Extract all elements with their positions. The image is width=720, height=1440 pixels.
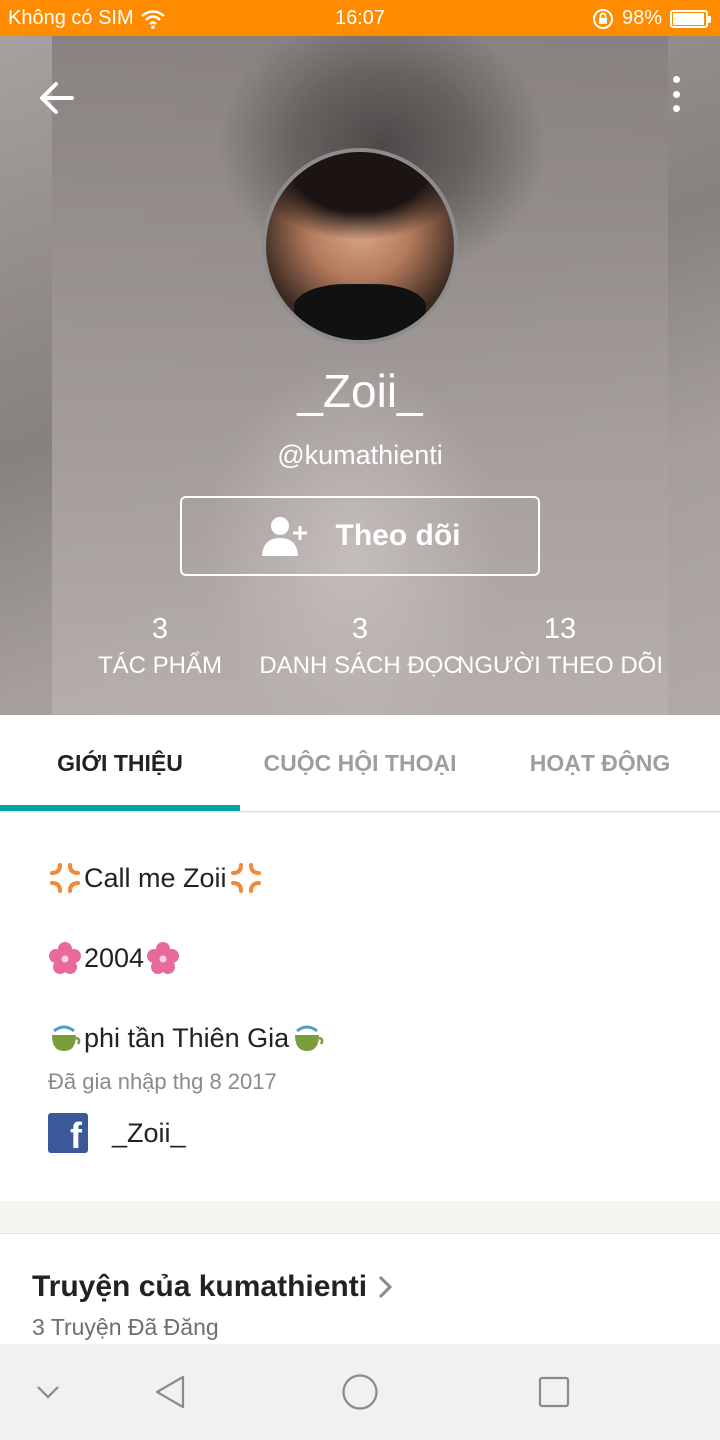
nav-recents-button[interactable] bbox=[524, 1344, 584, 1440]
stat-label: DANH SÁCH ĐỌC bbox=[259, 652, 461, 679]
username: @kumathienti bbox=[277, 440, 443, 470]
nav-back-button[interactable] bbox=[140, 1344, 200, 1440]
about-section: Call me Zoii 2004 phi tần Thiên Gia Đã g… bbox=[0, 813, 720, 1201]
nav-home-button[interactable] bbox=[330, 1344, 390, 1440]
stat-followers[interactable]: 13 NGƯỜI THEO DÕI bbox=[450, 612, 670, 680]
bio-line: 2004 bbox=[48, 941, 180, 975]
status-right: 98% bbox=[592, 7, 711, 30]
bio-text: Call me Zoii bbox=[84, 862, 227, 893]
rotation-lock-icon bbox=[592, 8, 613, 29]
arrow-left-icon bbox=[40, 82, 74, 114]
stories-count: 3 Truyện Đã Đăng bbox=[32, 1314, 219, 1340]
facebook-icon: f bbox=[48, 1113, 88, 1153]
stories-title[interactable]: Truyện của kumathienti bbox=[32, 1270, 393, 1304]
home-circle-icon bbox=[342, 1374, 378, 1410]
chevron-right-icon bbox=[379, 1275, 393, 1299]
anger-symbol-icon bbox=[50, 863, 80, 893]
battery-icon bbox=[670, 9, 711, 28]
recents-square-icon bbox=[538, 1376, 570, 1408]
facebook-name: _Zoii_ bbox=[112, 1117, 186, 1148]
bio-text: phi tần Thiên Gia bbox=[84, 1022, 290, 1053]
stat-value: 3 bbox=[151, 613, 169, 645]
follow-button[interactable]: Theo dõi bbox=[180, 496, 540, 576]
active-tab-indicator bbox=[0, 805, 240, 811]
stat-label: TÁC PHẨM bbox=[97, 652, 222, 679]
back-triangle-icon bbox=[155, 1375, 185, 1409]
display-name: _Zoii_ bbox=[297, 365, 423, 417]
bio-line: phi tần Thiên Gia bbox=[48, 1021, 325, 1055]
stat-reading-lists[interactable]: 3 DANH SÁCH ĐỌC bbox=[250, 612, 470, 680]
stat-label: NGƯỜI THEO DÕI bbox=[457, 652, 663, 679]
add-user-icon bbox=[261, 517, 307, 556]
more-options-button[interactable] bbox=[668, 74, 684, 114]
stories-title-text: Truyện của kumathienti bbox=[32, 1270, 368, 1303]
section-divider bbox=[0, 1201, 720, 1234]
back-button[interactable] bbox=[36, 76, 80, 120]
stories-section[interactable]: Truyện của kumathienti 3 Truyện Đã Đăng bbox=[0, 1234, 720, 1344]
stat-works[interactable]: 3 TÁC PHẨM bbox=[50, 612, 270, 680]
battery-percent: 98% bbox=[621, 7, 662, 29]
stat-value: 13 bbox=[543, 613, 577, 645]
joined-date: Đã gia nhập thg 8 2017 bbox=[48, 1069, 277, 1094]
tab-conversations[interactable]: CUỘC HỘI THOẠI bbox=[240, 715, 480, 811]
avatar[interactable] bbox=[262, 148, 458, 344]
stat-value: 3 bbox=[351, 613, 369, 645]
cherry-blossom-icon bbox=[147, 942, 180, 974]
cherry-blossom-icon bbox=[49, 942, 81, 974]
nav-hide-button[interactable] bbox=[20, 1344, 76, 1440]
teacup-icon bbox=[52, 1025, 81, 1051]
profile-header: _Zoii_ @kumathienti Theo dõi 3 TÁC PHẨM … bbox=[0, 36, 720, 715]
profile-tabs: GIỚI THIỆU CUỘC HỘI THOẠI HOẠT ĐỘNG bbox=[0, 715, 720, 812]
system-nav-bar bbox=[0, 1344, 720, 1440]
tab-activity[interactable]: HOẠT ĐỘNG bbox=[480, 715, 720, 811]
facebook-link[interactable]: f _Zoii_ bbox=[48, 1113, 186, 1153]
status-bar: Không có SIM 16:07 98% bbox=[0, 0, 720, 36]
anger-symbol-icon bbox=[230, 863, 261, 893]
chevron-down-icon bbox=[37, 1386, 59, 1399]
more-vertical-icon bbox=[672, 76, 680, 83]
bio-line: Call me Zoii bbox=[48, 861, 263, 895]
profile-stats: 3 TÁC PHẨM 3 DANH SÁCH ĐỌC 13 NGƯỜI THEO… bbox=[0, 612, 720, 692]
tab-about[interactable]: GIỚI THIỆU bbox=[0, 715, 240, 811]
follow-button-label: Theo dõi bbox=[335, 519, 461, 552]
bio-text: 2004 bbox=[84, 942, 145, 973]
teacup-icon bbox=[295, 1025, 324, 1051]
